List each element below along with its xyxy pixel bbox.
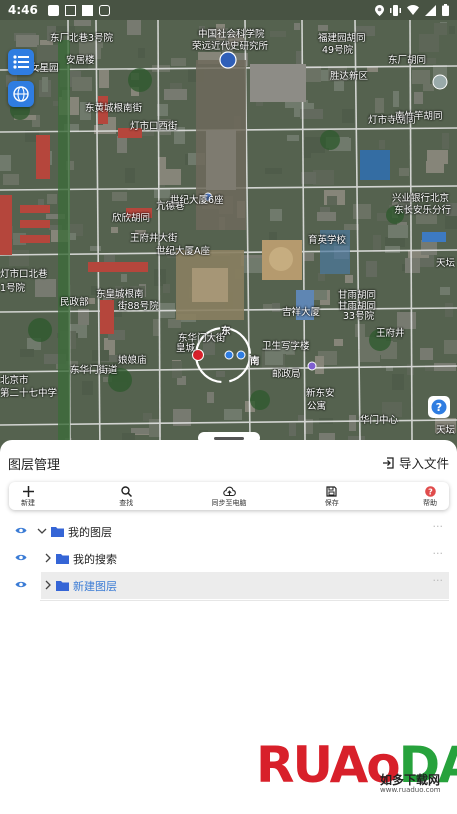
save-button[interactable]: 保存 [319,482,345,510]
sheet-header: 图层管理 导入文件 [0,452,457,474]
tool-label-sync: 同步至电脑 [211,498,247,507]
battery-icon [442,4,449,16]
import-file-button[interactable]: 导入文件 [382,453,449,472]
new-layer-button[interactable]: 新建 [15,482,41,510]
layer-row-my-search[interactable]: 我的搜索 ··· [9,545,449,572]
watermark-url: www.ruaduo.com [380,786,441,794]
import-icon [382,456,394,469]
status-time: 4:46 [8,3,38,17]
satellite-map[interactable]: 东厂北巷3号院 中国社会科学院 荣远近代史研究所 福建园胡同 49号院 女星园 安居楼 东厂胡… [0,0,457,455]
location-icon [375,4,384,16]
layer-name: 我的图层 [68,526,112,539]
save-icon [326,485,337,497]
help-button[interactable]: ? 帮助 [417,482,443,510]
more-icon[interactable]: ··· [433,574,444,587]
tool-label-help: 帮助 [423,498,437,507]
folder-icon [51,527,64,537]
eye-icon[interactable] [15,526,27,535]
chevron-right-icon[interactable] [43,553,53,563]
layer-name: 新建图层 [73,580,117,593]
chevron-down-icon[interactable] [37,526,47,536]
signal-icon [425,4,436,16]
notification-icon [64,4,76,16]
more-icon[interactable]: ··· [433,547,444,560]
globe-icon [13,86,29,102]
eye-icon[interactable] [15,553,27,562]
divider [40,600,449,601]
layer-name: 我的搜索 [73,553,117,566]
cloud-sync-icon [222,486,236,496]
sheet-title: 图层管理 [8,458,61,473]
find-button[interactable]: 查找 [113,482,139,510]
layer-row-new-layer[interactable]: 新建图层 ··· [9,572,449,599]
import-file-label: 导入文件 [398,456,449,471]
vibrate-icon [390,4,401,16]
app-notification-icon [98,4,110,16]
wifi-icon [407,5,419,15]
map-imagery [0,0,457,455]
map-help-button[interactable]: ? [428,396,450,418]
layer-toolbar: 新建 查找 同步至电脑 保存 ? 帮助 [9,482,449,510]
watermark-logo: RUAoDAO 如多下载网 www.ruaduo.com [256,735,457,803]
globe-button[interactable] [8,81,34,107]
tool-label-find: 查找 [119,498,134,507]
help-icon: ? [424,485,436,497]
folder-icon [56,554,69,564]
layer-tree: 我的图层 ··· 我的搜索 ··· 新建图层 ··· [9,518,449,599]
tool-label-save: 保存 [324,498,339,507]
tool-label-new: 新建 [21,498,35,507]
folder-icon [56,581,69,591]
svg-text:?: ? [428,487,433,496]
sheet-drag-handle[interactable] [198,432,260,444]
notification-icon [81,4,93,16]
app-screen: 4:46 东厂北巷3号院 中国社会科学院 荣远近代史研究所 福建园胡同 49号院… [0,0,457,814]
status-bar: 4:46 [0,0,457,20]
layer-row-my-layers[interactable]: 我的图层 ··· [9,518,449,545]
notification-icon [47,4,59,16]
question-icon: ? [431,399,447,415]
more-icon[interactable]: ··· [433,520,444,533]
svg-text:?: ? [436,401,442,414]
sync-to-pc-button[interactable]: 同步至电脑 [212,482,247,510]
plus-icon [22,485,34,497]
chevron-right-icon[interactable] [43,580,53,590]
eye-icon[interactable] [15,580,27,589]
list-icon [13,55,29,69]
layer-list-button[interactable] [8,49,34,75]
search-icon [121,485,132,497]
